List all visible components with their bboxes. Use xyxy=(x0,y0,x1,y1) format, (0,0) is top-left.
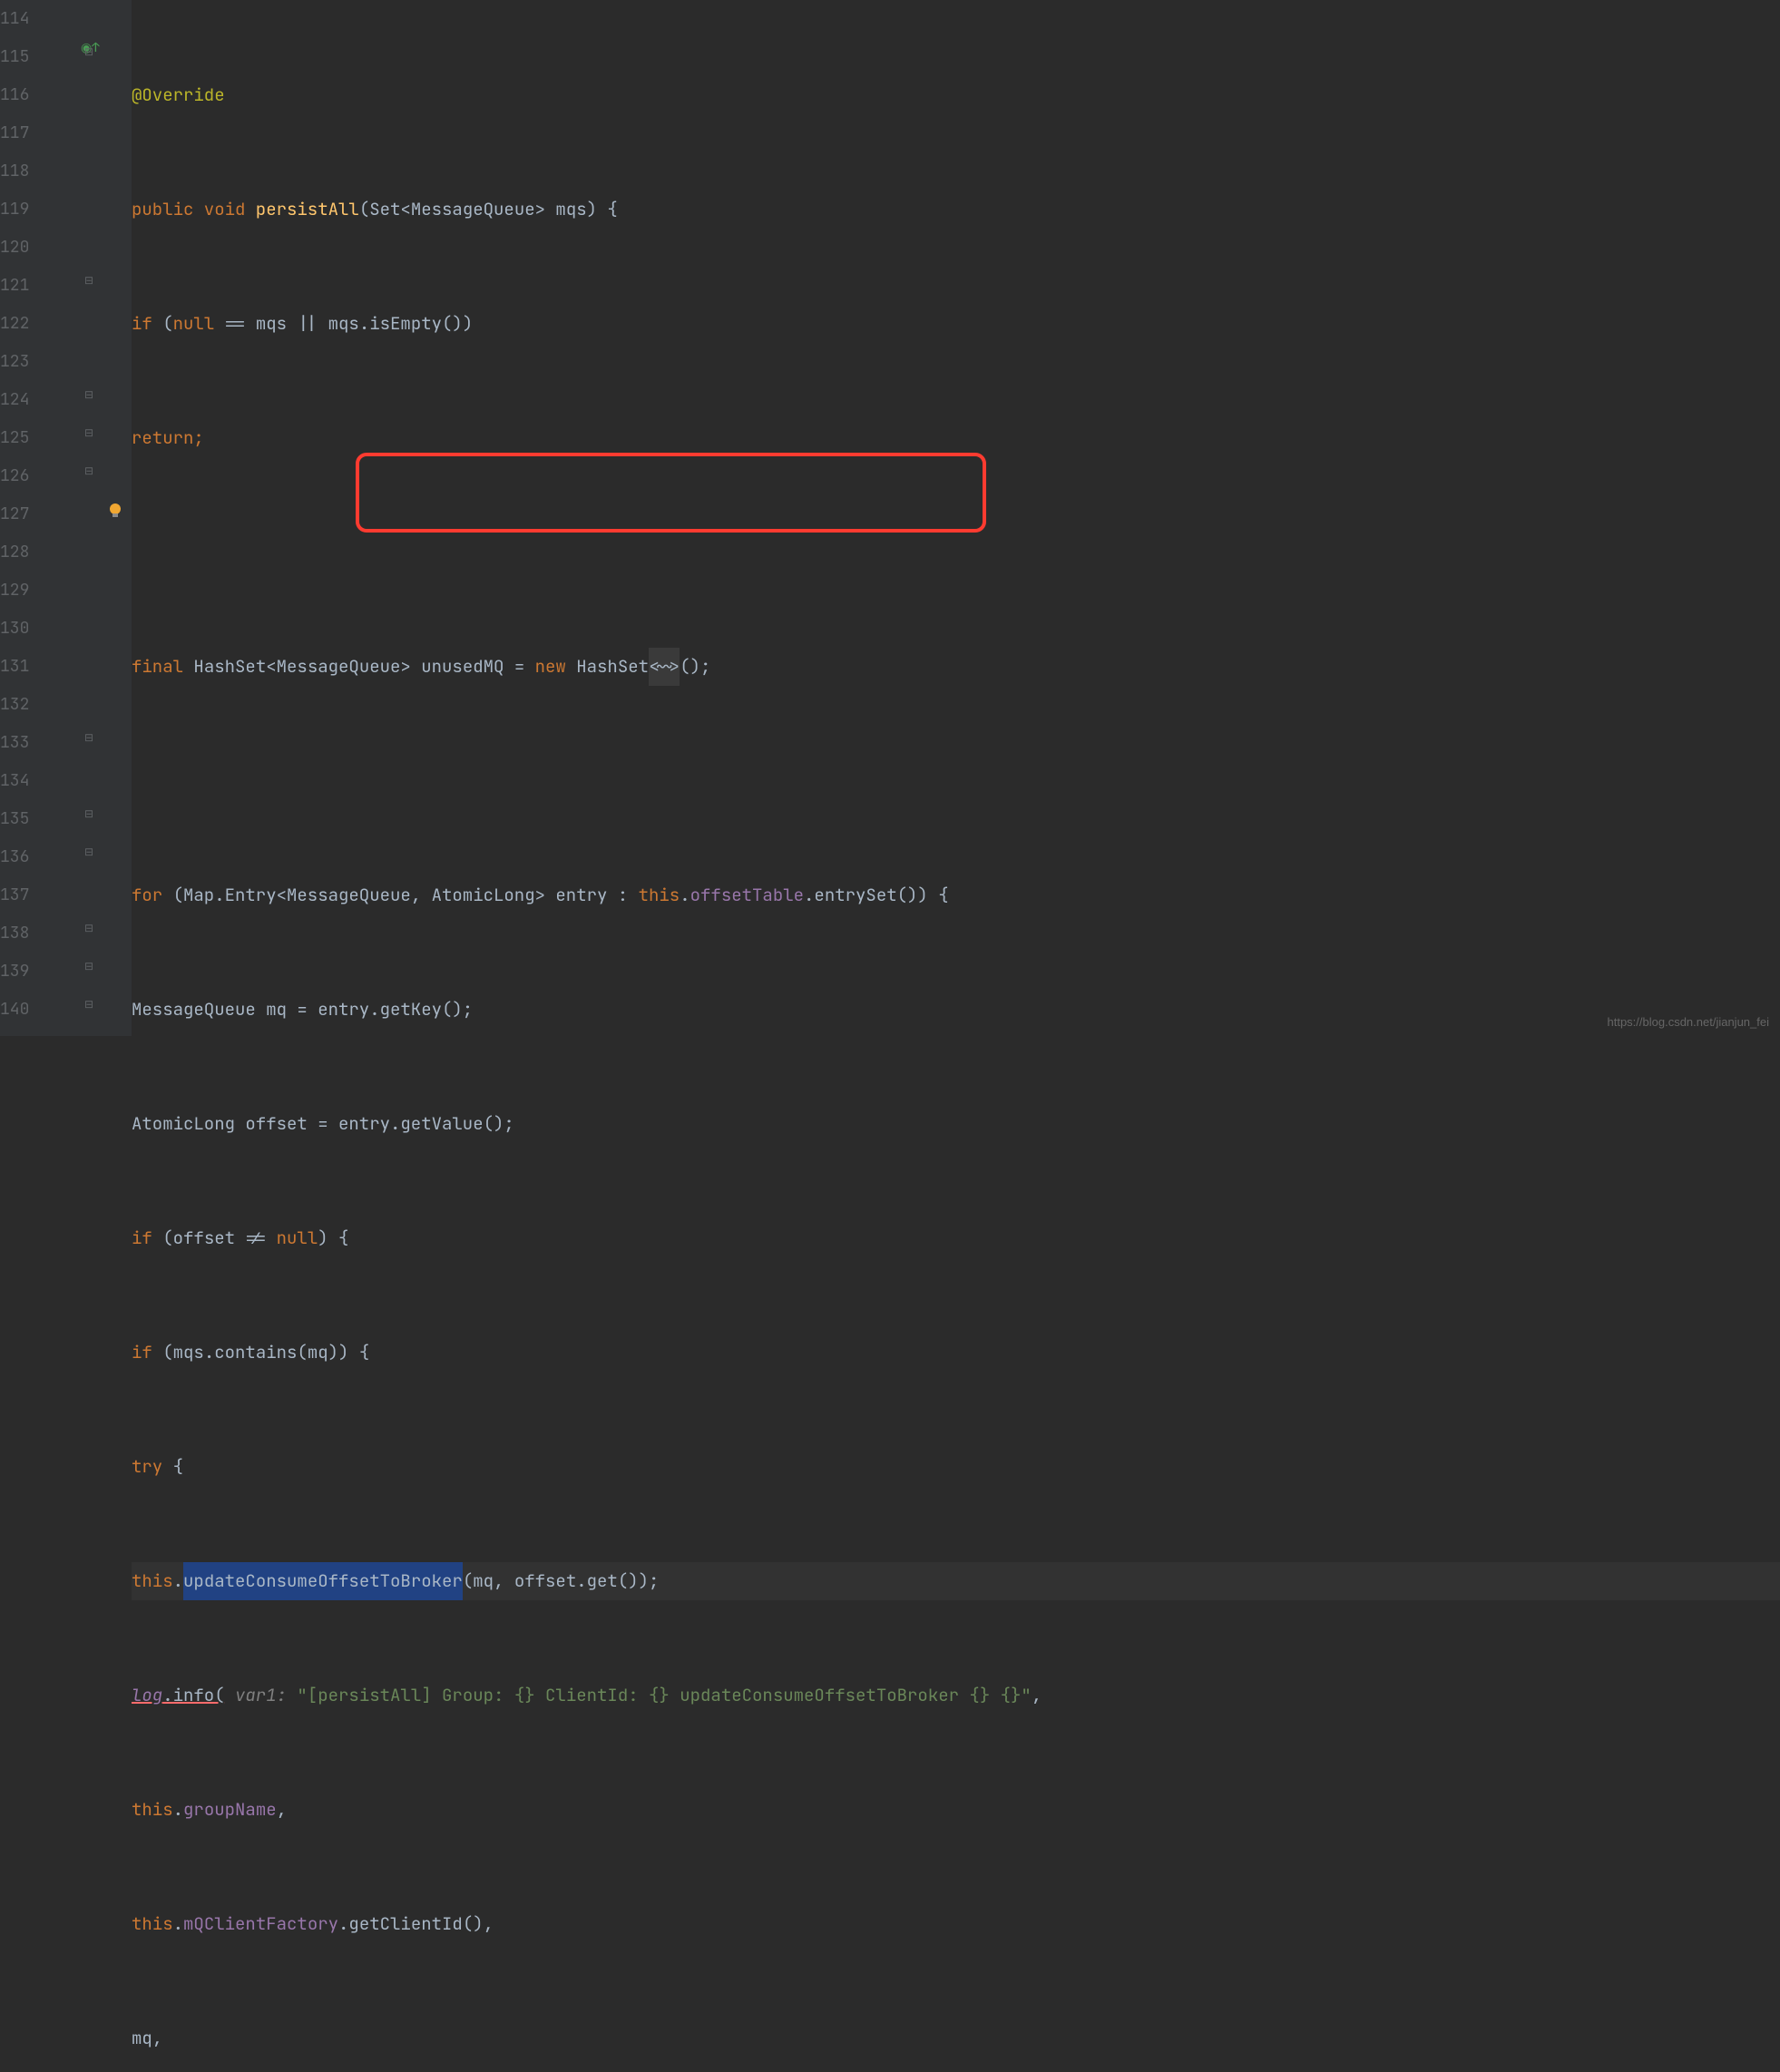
fold-icon[interactable]: ⊟ xyxy=(84,387,93,402)
line-number: 122 xyxy=(0,305,61,343)
line-number: 127 xyxy=(0,495,61,533)
fold-icon[interactable]: ⊟ xyxy=(84,845,93,859)
code-line: for (Map.Entry<MessageQueue, AtomicLong>… xyxy=(132,876,1780,914)
code-line: return; xyxy=(132,419,1780,457)
line-number: 138 xyxy=(0,914,61,953)
line-number: 131 xyxy=(0,648,61,686)
bulb-icon[interactable] xyxy=(106,502,124,525)
code-line: log.info( var1: "[persistAll] Group: {} … xyxy=(132,1676,1780,1715)
line-number: 124 xyxy=(0,381,61,419)
fold-up-icon[interactable]: ⊟ xyxy=(84,959,93,973)
line-number: 136 xyxy=(0,838,61,876)
code-line: MessageQueue mq = entry.getKey(); xyxy=(132,991,1780,1029)
code-line: mq, xyxy=(132,2019,1780,2057)
fold-icon[interactable]: ⊟ xyxy=(84,730,93,745)
code-line: final HashSet<MessageQueue> unusedMQ = n… xyxy=(132,648,1780,686)
watermark-text: https://blog.csdn.net/jianjun_fei xyxy=(1607,1015,1769,1029)
line-number: 126 xyxy=(0,457,61,495)
code-line: this.groupName, xyxy=(132,1791,1780,1829)
code-line: try { xyxy=(132,1448,1780,1486)
line-number: 132 xyxy=(0,686,61,724)
code-line: public void persistAll(Set<MessageQueue>… xyxy=(132,191,1780,229)
line-number: 119 xyxy=(0,191,61,229)
line-number: 120 xyxy=(0,229,61,267)
fold-up-icon[interactable]: ⊟ xyxy=(84,921,93,935)
line-number: 128 xyxy=(0,533,61,572)
line-number: 116 xyxy=(0,76,61,114)
fold-icon[interactable]: ⊟ xyxy=(84,425,93,440)
code-line xyxy=(132,533,1780,572)
line-number: 135 xyxy=(0,800,61,838)
gutter-icons: ◉↑ ⊟ ⊟ ⊟ ⊟ ⊟ ⊟ ⊟ ⊟ ⊟ ⊟ ⊟ xyxy=(77,0,132,1036)
line-number: 117 xyxy=(0,114,61,152)
code-line: AtomicLong offset = entry.getValue(); xyxy=(132,1105,1780,1143)
line-number: 121 xyxy=(0,267,61,305)
fold-icon[interactable]: ⊟ xyxy=(84,273,93,288)
line-number: 125 xyxy=(0,419,61,457)
annotation-highlight-box xyxy=(356,453,986,533)
line-number-gutter: 114 115 116 117 118 119 120 121 122 123 … xyxy=(0,0,77,1036)
line-number: 134 xyxy=(0,762,61,800)
code-content[interactable]: @Override public void persistAll(Set<Mes… xyxy=(132,0,1780,1036)
fold-icon[interactable]: ⊟ xyxy=(84,44,93,59)
code-line xyxy=(132,762,1780,800)
line-number: 114 xyxy=(0,0,61,38)
fold-icon[interactable]: ⊟ xyxy=(84,464,93,478)
line-number: 137 xyxy=(0,876,61,914)
code-line: if (offset != null) { xyxy=(132,1219,1780,1257)
code-line: if (mqs.contains(mq)) { xyxy=(132,1334,1780,1372)
fold-up-icon[interactable]: ⊟ xyxy=(84,997,93,1012)
fold-up-icon[interactable]: ⊟ xyxy=(84,806,93,821)
line-number: 139 xyxy=(0,953,61,991)
code-line: @Override xyxy=(132,76,1780,114)
code-editor[interactable]: 114 115 116 117 118 119 120 121 122 123 … xyxy=(0,0,1780,1036)
code-line-active: this.updateConsumeOffsetToBroker(mq, off… xyxy=(132,1562,1780,1600)
line-number: 123 xyxy=(0,343,61,381)
line-number: 129 xyxy=(0,572,61,610)
line-number: 140 xyxy=(0,991,61,1029)
code-line: this.mQClientFactory.getClientId(), xyxy=(132,1905,1780,1943)
line-number: 130 xyxy=(0,610,61,648)
code-line: if (null == mqs || mqs.isEmpty()) xyxy=(132,305,1780,343)
line-number: 118 xyxy=(0,152,61,191)
line-number: 115 xyxy=(0,38,61,76)
line-number: 133 xyxy=(0,724,61,762)
